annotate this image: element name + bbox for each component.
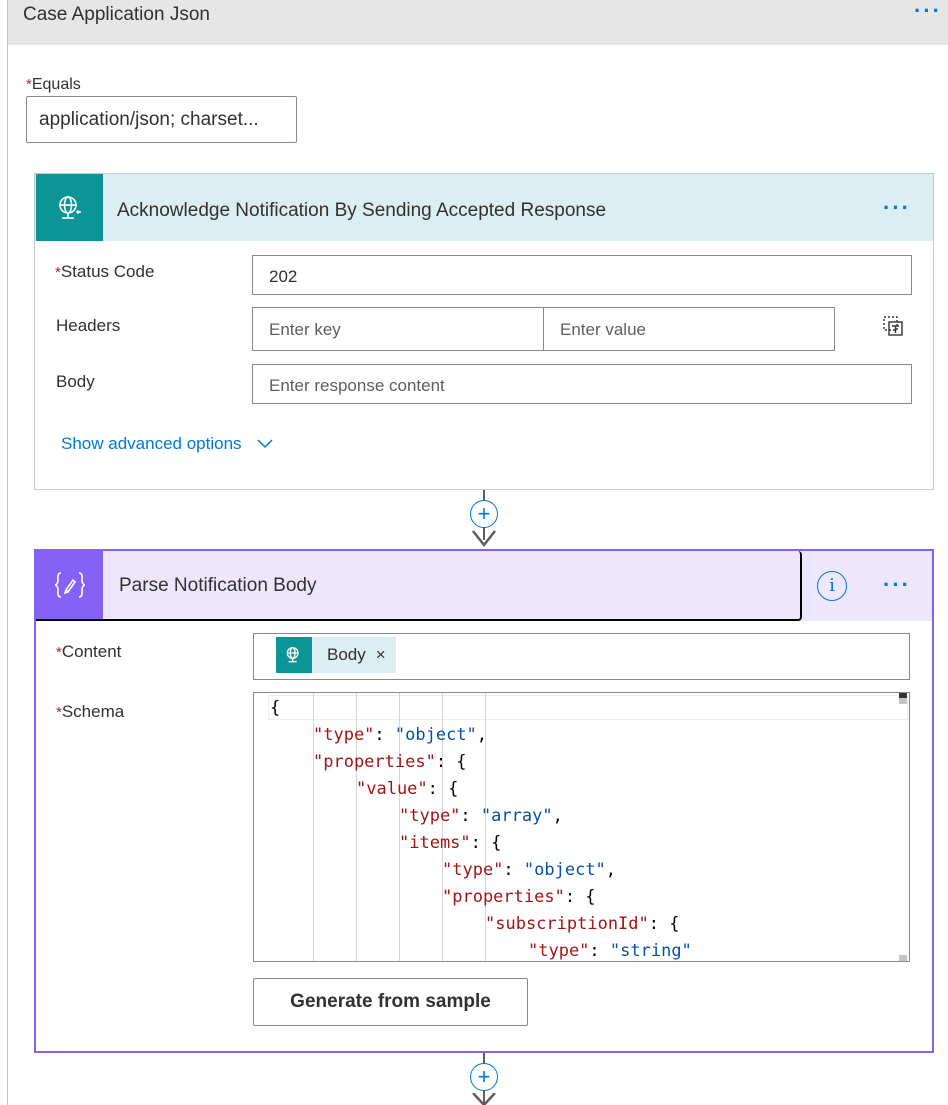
code-line: "value": { bbox=[356, 779, 459, 799]
status-code-input[interactable]: 202 bbox=[252, 255, 912, 295]
body-label: Body bbox=[56, 372, 95, 391]
parse-action-header[interactable]: Parse Notification Body i ··· bbox=[36, 551, 932, 621]
scrollbar-bottom[interactable] bbox=[899, 955, 907, 961]
show-advanced-options-link[interactable]: Show advanced options bbox=[61, 434, 274, 454]
code-line: { bbox=[270, 698, 281, 718]
remove-token-button[interactable]: × bbox=[376, 645, 386, 665]
chevron-down-icon bbox=[257, 439, 273, 449]
code-line: "type": "object", bbox=[313, 725, 488, 745]
equals-input[interactable]: application/json; charset... bbox=[26, 96, 297, 143]
code-line: "type": "string" bbox=[528, 941, 692, 961]
code-line: "properties": { bbox=[313, 752, 467, 772]
code-line: "type": "array", bbox=[399, 806, 563, 826]
header-value-input[interactable]: Enter value bbox=[543, 307, 835, 351]
add-step-button[interactable]: + bbox=[470, 1063, 498, 1091]
code-braces-icon bbox=[36, 551, 103, 619]
code-line: "properties": { bbox=[442, 887, 596, 907]
generate-from-sample-button[interactable]: Generate from sample bbox=[253, 978, 528, 1026]
body-input[interactable]: Enter response content bbox=[252, 364, 912, 404]
code-line: "type": "object", bbox=[442, 860, 617, 880]
globe-response-icon bbox=[276, 637, 312, 673]
response-action-title: Acknowledge Notification By Sending Acce… bbox=[117, 200, 607, 221]
content-input[interactable]: Body × bbox=[253, 633, 910, 680]
parse-more-menu-icon[interactable]: ··· bbox=[883, 574, 911, 596]
switch-to-text-mode-icon[interactable] bbox=[881, 314, 905, 343]
response-action-header[interactable]: Acknowledge Notification By Sending Acce… bbox=[35, 174, 933, 241]
current-line-highlight bbox=[268, 695, 908, 720]
schema-label: *Schema bbox=[56, 702, 125, 721]
body-token: Body × bbox=[276, 637, 396, 673]
code-line: "items": { bbox=[399, 833, 502, 853]
arrow-down-icon bbox=[472, 530, 496, 548]
header-key-input[interactable]: Enter key bbox=[252, 307, 544, 351]
info-icon[interactable]: i bbox=[817, 571, 847, 601]
schema-editor[interactable]: { "type": "object", "properties": { "val… bbox=[253, 692, 910, 962]
status-code-label: *Status Code bbox=[55, 262, 155, 281]
body-token-label: Body bbox=[327, 645, 366, 664]
arrow-down-icon bbox=[472, 1093, 496, 1105]
add-step-button[interactable]: + bbox=[470, 500, 498, 528]
parse-action-card: Parse Notification Body i ··· *Content B… bbox=[34, 549, 934, 1053]
parse-action-title: Parse Notification Body bbox=[119, 575, 317, 596]
scrollbar-thumb[interactable] bbox=[899, 698, 907, 704]
show-advanced-options-label: Show advanced options bbox=[61, 434, 242, 453]
headers-label: Headers bbox=[56, 316, 121, 335]
case-header[interactable]: Case Application Json ··· bbox=[8, 0, 948, 45]
response-more-menu-icon[interactable]: ··· bbox=[883, 197, 911, 219]
case-title: Case Application Json bbox=[23, 4, 210, 25]
equals-label: *Equals bbox=[26, 76, 81, 93]
globe-response-icon bbox=[36, 174, 103, 241]
case-more-menu-icon[interactable]: ··· bbox=[914, 0, 942, 22]
content-label: *Content bbox=[56, 642, 122, 661]
response-action-card: Acknowledge Notification By Sending Acce… bbox=[34, 173, 934, 490]
code-line: "subscriptionId": { bbox=[485, 914, 680, 934]
